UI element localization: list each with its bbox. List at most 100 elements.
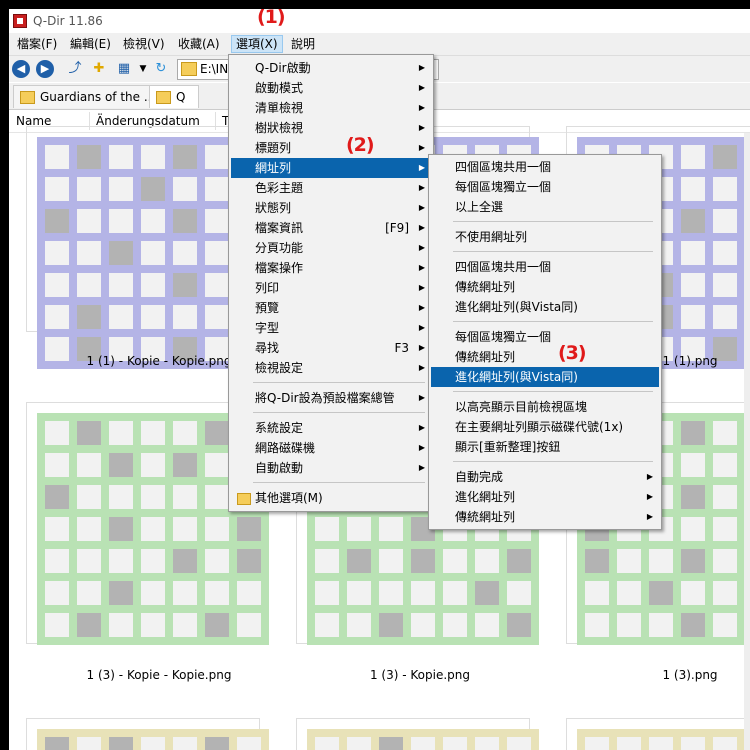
folder-icon <box>156 91 171 104</box>
options-menu-item[interactable]: 尋找 F3 ▶ <box>231 338 431 358</box>
address-path: E:\INI <box>200 62 232 76</box>
options-menu-item[interactable]: 啟動模式 ▶ <box>231 78 431 98</box>
options-menu-item[interactable]: 其他選項(M) <box>231 488 431 508</box>
thumbnail-cell <box>379 613 403 637</box>
options-menu-item[interactable]: 檢視設定 ▶ <box>231 358 431 378</box>
address-submenu-item[interactable]: 進化網址列(與Vista同) <box>431 297 659 317</box>
menu-item-label: 列印 <box>255 281 280 295</box>
address-submenu-item[interactable]: 四個區塊共用一個 <box>431 157 659 177</box>
thumbnail-cell <box>109 453 133 477</box>
options-menu-item[interactable]: 網址列 ▶ <box>231 158 431 178</box>
options-menu-item[interactable]: 分頁功能 ▶ <box>231 238 431 258</box>
options-menu-item[interactable]: 字型 ▶ <box>231 318 431 338</box>
menu-favorites[interactable]: 收藏(A) <box>174 36 224 52</box>
options-menu-item[interactable]: 色彩主題 ▶ <box>231 178 431 198</box>
menu-item-label: 顯示[重新整理]按鈕 <box>455 440 561 454</box>
menu-separator <box>453 391 653 392</box>
menu-options[interactable]: 選項(X) <box>231 35 283 53</box>
file-thumbnail[interactable] <box>26 126 269 369</box>
address-submenu-item[interactable]: 每個區塊獨立一個 <box>431 327 659 347</box>
thumbnail-cell <box>109 613 133 637</box>
thumbnail-cell <box>77 209 101 233</box>
address-submenu-item[interactable]: 不使用網址列 <box>431 227 659 247</box>
thumbnail-cell <box>681 209 705 233</box>
file-name[interactable]: 1 (3) - Kopie - Kopie.png <box>39 668 279 682</box>
thumbnail-cell <box>45 209 69 233</box>
options-menu-item[interactable]: 清單檢視 ▶ <box>231 98 431 118</box>
submenu-arrow-icon: ▶ <box>418 223 425 232</box>
options-menu-item[interactable]: 列印 ▶ <box>231 278 431 298</box>
submenu-arrow-icon: ▶ <box>418 363 425 372</box>
refresh-icon[interactable]: ↻ <box>153 61 169 77</box>
address-submenu-item[interactable]: 傳統網址列 <box>431 347 659 367</box>
file-thumbnail[interactable] <box>566 718 750 750</box>
file-thumbnail[interactable] <box>296 718 539 750</box>
file-thumbnail[interactable] <box>26 718 269 750</box>
window-title: Q-Dir 11.86 <box>33 14 103 28</box>
menu-item-label: 啟動模式 <box>255 81 304 95</box>
options-menu-item[interactable]: Q-Dir啟動 ▶ <box>231 58 431 78</box>
new-folder-icon[interactable]: ✚ <box>91 61 107 77</box>
options-menu-item[interactable]: 檔案操作 ▶ <box>231 258 431 278</box>
address-submenu-item[interactable]: 每個區塊獨立一個 <box>431 177 659 197</box>
thumbnail-cell <box>205 453 229 477</box>
thumbnail-cell <box>109 177 133 201</box>
address-submenu-item[interactable]: 以上全選 <box>431 197 659 217</box>
submenu-arrow-icon: ▶ <box>418 463 425 472</box>
menu-item-label: 四個區塊共用一個 <box>455 260 552 274</box>
thumbnail-cell <box>713 613 737 637</box>
address-submenu-item[interactable]: 顯示[重新整理]按鈕 <box>431 437 659 457</box>
thumbnail-cell <box>77 145 101 169</box>
menu-help[interactable]: 說明 <box>287 36 319 52</box>
up-folder-icon[interactable]: ⤴ <box>67 61 83 77</box>
vertical-scrollbar[interactable] <box>744 133 750 750</box>
tab-label: Guardians of the ... <box>40 90 156 104</box>
menu-bar: 檔案(F) 編輯(E) 檢視(V) 收藏(A) 選項(X) 說明 <box>9 33 750 56</box>
thumbnail-cell <box>141 581 165 605</box>
menu-edit[interactable]: 編輯(E) <box>66 36 115 52</box>
file-name[interactable]: 1 (3).png <box>570 668 750 682</box>
thumbnail-cell <box>713 209 737 233</box>
options-menu-item[interactable]: 預覽 ▶ <box>231 298 431 318</box>
menu-item-label: 樹狀檢視 <box>255 121 304 135</box>
address-submenu-item[interactable]: 進化網址列 ▶ <box>431 487 659 507</box>
chevron-down-icon[interactable]: ▼ <box>135 61 151 77</box>
address-submenu-item[interactable]: 在主要網址列顯示磁碟代號(1x) <box>431 417 659 437</box>
thumbnail-cell <box>77 485 101 509</box>
address-submenu-item[interactable]: 傳統網址列 <box>431 277 659 297</box>
thumbnail-cell <box>237 737 261 750</box>
address-submenu-item[interactable]: 四個區塊共用一個 <box>431 257 659 277</box>
file-name[interactable]: 1 (3) - Kopie.png <box>300 668 540 682</box>
view-mode-icon[interactable]: ▦ <box>116 61 132 77</box>
thumbnail-cell <box>45 177 69 201</box>
options-menu-item[interactable]: 檔案資訊 [F9] ▶ <box>231 218 431 238</box>
options-menu-item[interactable]: 系統設定 ▶ <box>231 418 431 438</box>
options-menu-item[interactable]: 網路磁碟機 ▶ <box>231 438 431 458</box>
address-submenu-item[interactable]: 傳統網址列 ▶ <box>431 507 659 527</box>
options-menu-item[interactable]: 樹狀檢視 ▶ <box>231 118 431 138</box>
options-menu-item[interactable]: 狀態列 ▶ <box>231 198 431 218</box>
address-submenu-item[interactable]: 以高亮顯示目前檢視區塊 <box>431 397 659 417</box>
forward-arrow-icon[interactable]: ▶ <box>36 60 54 78</box>
thumbnail-cell <box>379 549 403 573</box>
thumbnail-cell <box>109 241 133 265</box>
address-submenu-item[interactable]: 自動完成 ▶ <box>431 467 659 487</box>
back-arrow-icon[interactable]: ◀ <box>12 60 30 78</box>
menu-view[interactable]: 檢視(V) <box>119 36 169 52</box>
menu-file[interactable]: 檔案(F) <box>13 36 61 52</box>
annotation-1: (1) <box>257 6 286 28</box>
options-menu-item[interactable]: 標題列 ▶ <box>231 138 431 158</box>
tab-guardians[interactable]: Guardians of the ... <box>13 85 155 108</box>
thumbnail-cell <box>205 145 229 169</box>
submenu-arrow-icon: ▶ <box>418 63 425 72</box>
thumbnail-cell <box>45 581 69 605</box>
address-submenu-item[interactable]: 進化網址列(與Vista同) <box>431 367 659 387</box>
thumbnail-cell <box>173 485 197 509</box>
thumbnail-cell <box>173 549 197 573</box>
submenu-arrow-icon: ▶ <box>418 423 425 432</box>
thumbnail-cell <box>173 517 197 541</box>
options-menu-item[interactable]: 將Q-Dir設為預設檔案總管 ▶ <box>231 388 431 408</box>
options-menu-item[interactable]: 自動啟動 ▶ <box>231 458 431 478</box>
tab-q[interactable]: Q <box>149 85 199 108</box>
file-thumbnail[interactable] <box>26 402 269 645</box>
